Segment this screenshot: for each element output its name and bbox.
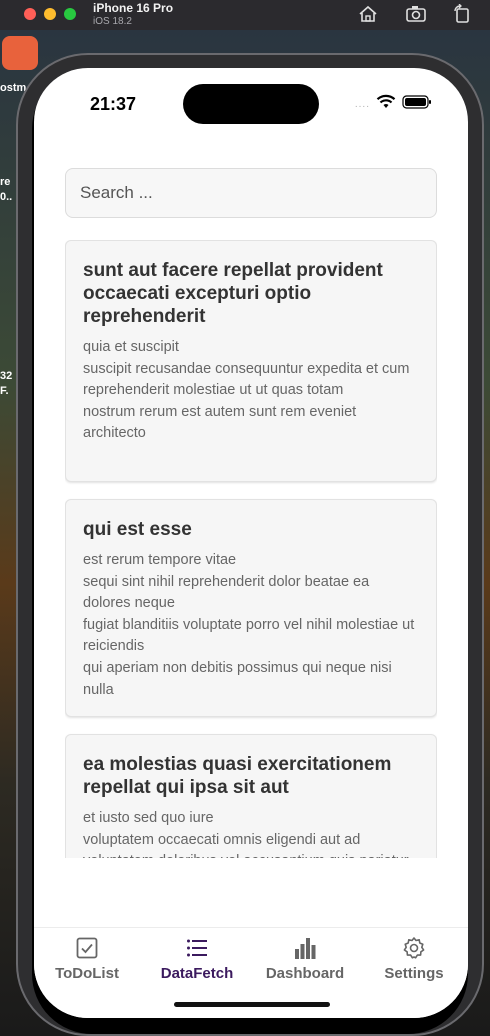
post-title: ea molestias quasi exercitationem repell… [83,754,392,798]
screenshot-icon[interactable] [405,4,427,24]
gear-icon [364,936,464,960]
tab-settings[interactable]: Settings [364,936,464,982]
post-card[interactable]: qui est esse est rerum tempore vitae seq… [65,499,437,717]
post-card[interactable]: ea molestias quasi exercitationem repell… [65,734,437,858]
tab-label: DataFetch [160,965,234,982]
post-body: et iusto sed quo iure voluptatem occaeca… [83,810,409,858]
rotate-icon[interactable] [451,3,473,24]
post-title: sunt aut facere repellat provident occae… [83,260,383,327]
minimize-window-button[interactable] [44,8,56,20]
desktop-label: 0.. [0,191,13,203]
home-indicator[interactable] [174,1002,330,1007]
post-body: est rerum tempore vitae sequi sint nihil… [83,552,415,698]
tab-label: ToDoList [55,965,119,982]
list-icon [147,936,247,960]
os-version: iOS 18.2 [93,16,132,27]
tab-label: Settings [384,965,444,982]
device-name: iPhone 16 Pro [93,1,174,15]
signal-dots: .... [354,98,370,110]
bar-chart-icon [255,936,355,960]
post-card[interactable]: sunt aut facere repellat provident occae… [65,240,437,482]
status-icons: .... [354,94,432,114]
tab-label: Dashboard [265,965,345,982]
close-window-button[interactable] [24,8,36,20]
dynamic-island [183,84,319,124]
zoom-window-button[interactable] [64,8,76,20]
status-time: 21:37 [90,94,137,114]
tab-dashboard[interactable]: Dashboard [255,936,355,982]
home-icon[interactable] [357,4,379,24]
desktop-label: 32 [0,370,13,382]
search-input[interactable] [65,168,437,218]
post-body: quia et suscipit suscipit recusandae con… [83,339,410,442]
post-title: qui est esse [83,519,192,540]
simulator-title-bar: iPhone 16 Pro iOS 18.2 [0,0,490,30]
battery-icon [402,94,432,114]
tab-datafetch[interactable]: DataFetch [147,936,247,982]
desktop-label: ostm [0,82,27,94]
postman-app-icon[interactable] [2,36,38,70]
post-list[interactable]: sunt aut facere repellat provident occae… [65,240,437,858]
checkbox-icon [37,936,137,960]
wifi-icon [376,94,396,114]
tab-todolist[interactable]: ToDoList [37,936,137,982]
phone-screen: 21:37 .... sunt aut facere repellat prov… [34,68,468,1018]
desktop-label: re [0,176,11,188]
desktop-label: F. [0,385,9,397]
